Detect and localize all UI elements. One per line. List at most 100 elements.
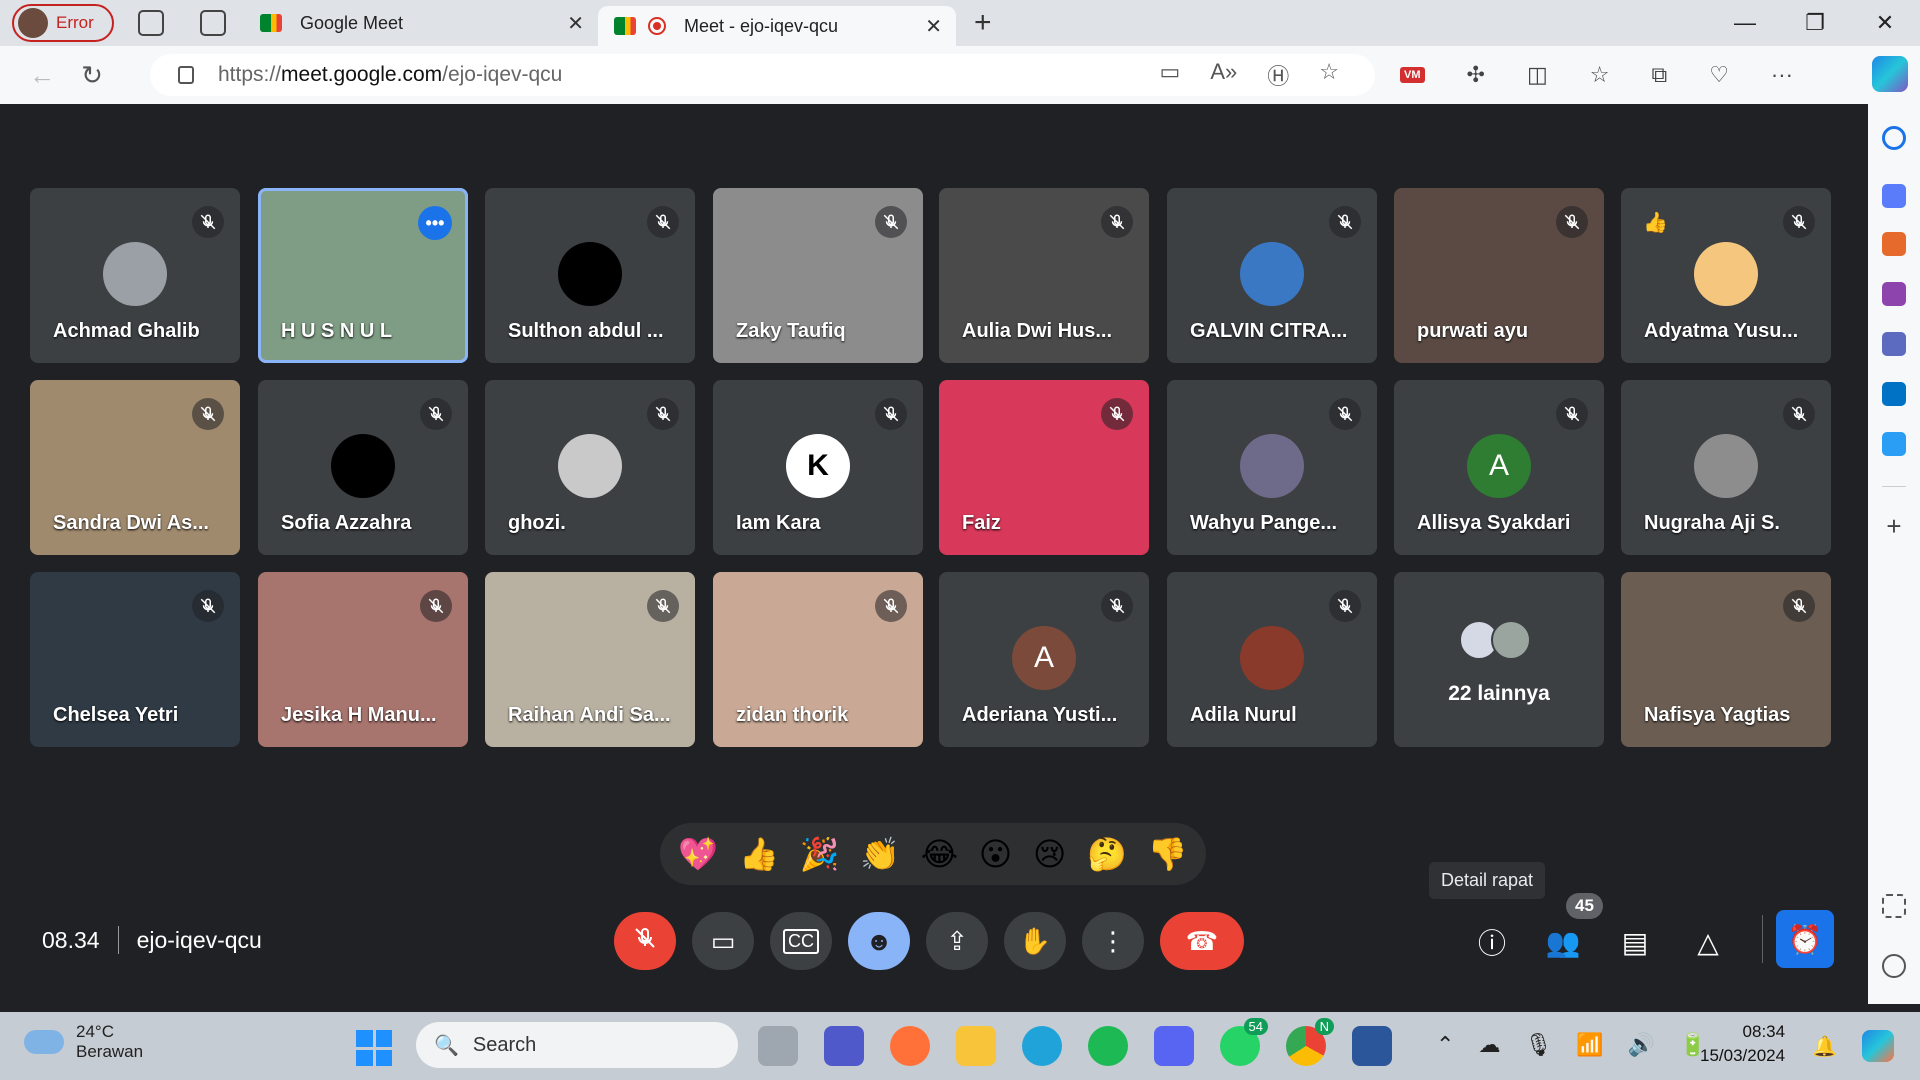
clap-reaction[interactable]: 👏 — [860, 835, 900, 873]
search-icon[interactable] — [1882, 126, 1906, 150]
chat-button[interactable]: ▤ — [1610, 917, 1660, 967]
tab-meet-active[interactable]: Meet - ejo-iqev-qcu ✕ — [598, 6, 956, 46]
copilot-taskbar-icon[interactable] — [1862, 1030, 1894, 1062]
screenshot-icon[interactable] — [1882, 894, 1906, 918]
word-icon[interactable] — [1352, 1026, 1392, 1066]
settings-gear-icon[interactable] — [1882, 954, 1906, 978]
spotify-icon[interactable] — [1088, 1026, 1128, 1066]
notification-bell-icon[interactable]: 🔔 — [1812, 1034, 1837, 1059]
party-reaction[interactable]: 🎉 — [800, 835, 840, 873]
onedrive-icon[interactable]: ☁ — [1478, 1032, 1500, 1058]
participant-tile[interactable]: Raihan Andi Sa... — [485, 572, 695, 747]
hd-icon[interactable]: Ⓗ — [1267, 59, 1289, 91]
profile-button[interactable]: Error — [12, 4, 114, 42]
heart-reaction[interactable]: 💖 — [678, 835, 718, 873]
microphone-icon[interactable]: 🎙 — [1524, 1032, 1552, 1058]
address-bar[interactable]: https:// meet.google.com /ejo-iqev-qcu ▭… — [150, 54, 1375, 96]
read-aloud-icon[interactable]: A» — [1210, 59, 1237, 91]
more-options-icon[interactable]: ••• — [418, 206, 452, 240]
activities-button[interactable]: △ — [1683, 917, 1733, 967]
weather-widget[interactable]: 24°C Berawan — [24, 1022, 143, 1062]
edge-icon[interactable] — [1022, 1026, 1062, 1066]
tab-google-meet[interactable]: Google Meet ✕ — [244, 0, 598, 46]
participant-tile[interactable]: A Allisya Syakdari — [1394, 380, 1604, 555]
timer-extension-button[interactable]: ⏰ — [1776, 910, 1834, 968]
participant-tile[interactable]: Sofia Azzahra — [258, 380, 468, 555]
add-sidebar-icon[interactable]: + — [1882, 513, 1906, 539]
camera-toggle-button[interactable]: ▭ — [692, 912, 754, 970]
tools-icon[interactable] — [1882, 232, 1906, 256]
copilot-icon[interactable] — [1872, 56, 1908, 92]
wifi-icon[interactable]: 📶 — [1576, 1032, 1603, 1058]
browser-essentials-icon[interactable]: ♡ — [1709, 62, 1729, 88]
participant-tile[interactable]: GALVIN CITRA... — [1167, 188, 1377, 363]
laugh-reaction[interactable]: 😂 — [921, 835, 958, 873]
collections-icon[interactable]: ⧉ — [1651, 62, 1667, 88]
overflow-participants-tile[interactable]: 22 lainnya — [1394, 572, 1604, 747]
present-screen-button[interactable]: ⇪ — [926, 912, 988, 970]
more-menu-icon[interactable]: ··· — [1771, 62, 1793, 88]
task-view-icon[interactable] — [758, 1026, 798, 1066]
camera-permission-icon[interactable]: ▭ — [1160, 59, 1181, 91]
participant-tile[interactable]: Sandra Dwi As... — [30, 380, 240, 555]
refresh-icon[interactable]: ↻ — [72, 55, 112, 95]
more-options-button[interactable]: ⋮ — [1082, 912, 1144, 970]
reactions-button[interactable]: ☻ — [848, 912, 910, 970]
games-icon[interactable] — [1882, 282, 1906, 306]
participant-tile[interactable]: Zaky Taufiq — [713, 188, 923, 363]
participant-tile[interactable]: Aulia Dwi Hus... — [939, 188, 1149, 363]
window-close-icon[interactable]: ✕ — [1850, 0, 1920, 46]
participant-tile[interactable]: A Aderiana Yusti... — [939, 572, 1149, 747]
extensions-icon[interactable]: ✣ — [1467, 62, 1485, 88]
participant-tile[interactable]: Chelsea Yetri — [30, 572, 240, 747]
surprised-reaction[interactable]: 😮 — [979, 835, 1012, 873]
file-explorer-icon[interactable] — [956, 1026, 996, 1066]
participant-tile[interactable]: ••• H U S N U L — [258, 188, 468, 363]
favorite-star-icon[interactable]: ☆ — [1319, 59, 1339, 91]
favorites-icon[interactable]: ☆ — [1590, 62, 1610, 88]
discord-icon[interactable] — [1154, 1026, 1194, 1066]
taskbar-clock[interactable]: 08:34 15/03/2024 — [1700, 1020, 1785, 1068]
participant-tile[interactable]: Nugraha Aji S. — [1621, 380, 1831, 555]
chevron-up-icon[interactable]: ⌃ — [1436, 1032, 1454, 1058]
close-icon[interactable]: ✕ — [567, 11, 584, 36]
restore-icon[interactable]: ❐ — [1780, 0, 1850, 46]
captions-button[interactable]: CC — [770, 912, 832, 970]
firefox-icon[interactable] — [890, 1026, 930, 1066]
participant-tile[interactable]: Achmad Ghalib — [30, 188, 240, 363]
participant-tile[interactable]: Wahyu Pange... — [1167, 380, 1377, 555]
sad-reaction[interactable]: 😢 — [1033, 835, 1066, 873]
participant-tile[interactable]: Adila Nurul — [1167, 572, 1377, 747]
thumbs-down-reaction[interactable]: 👎 — [1148, 835, 1188, 873]
outlook-icon[interactable] — [1882, 382, 1906, 406]
whatsapp-icon[interactable]: 54 — [1220, 1018, 1268, 1066]
mic-toggle-button[interactable] — [614, 912, 676, 970]
teams-icon[interactable] — [824, 1026, 864, 1066]
raise-hand-button[interactable]: ✋ — [1004, 912, 1066, 970]
participant-tile[interactable]: Faiz — [939, 380, 1149, 555]
split-screen-icon[interactable]: ◫ — [1527, 62, 1548, 88]
start-button[interactable] — [356, 1030, 392, 1066]
microsoft-365-icon[interactable] — [1882, 332, 1906, 356]
taskbar-search[interactable]: 🔍 Search — [416, 1022, 738, 1068]
participant-tile[interactable]: ghozi. — [485, 380, 695, 555]
close-icon[interactable]: ✕ — [925, 14, 942, 39]
thumbs-up-reaction[interactable]: 👍 — [739, 835, 779, 873]
participant-tile[interactable]: purwati ayu — [1394, 188, 1604, 363]
shopping-icon[interactable] — [1882, 184, 1906, 208]
tab-actions-icon[interactable] — [200, 10, 226, 36]
participant-tile[interactable]: Sulthon abdul ... — [485, 188, 695, 363]
new-tab-icon[interactable]: + — [974, 6, 992, 40]
vm-extension-icon[interactable]: VM — [1400, 67, 1425, 83]
participant-tile[interactable]: K Iam Kara — [713, 380, 923, 555]
meeting-details-button[interactable]: ⓘ — [1467, 917, 1517, 967]
leave-call-button[interactable]: ☎ — [1160, 912, 1244, 970]
volume-icon[interactable]: 🔊 — [1628, 1032, 1655, 1058]
back-icon[interactable]: ← — [22, 55, 62, 95]
participant-tile[interactable]: Nafisya Yagtias — [1621, 572, 1831, 747]
minimize-icon[interactable]: — — [1710, 0, 1780, 46]
participant-tile[interactable]: 👍 Adyatma Yusu... — [1621, 188, 1831, 363]
people-button[interactable]: 👥 — [1538, 917, 1588, 967]
participant-tile[interactable]: zidan thorik — [713, 572, 923, 747]
participant-tile[interactable]: Jesika H Manu... — [258, 572, 468, 747]
